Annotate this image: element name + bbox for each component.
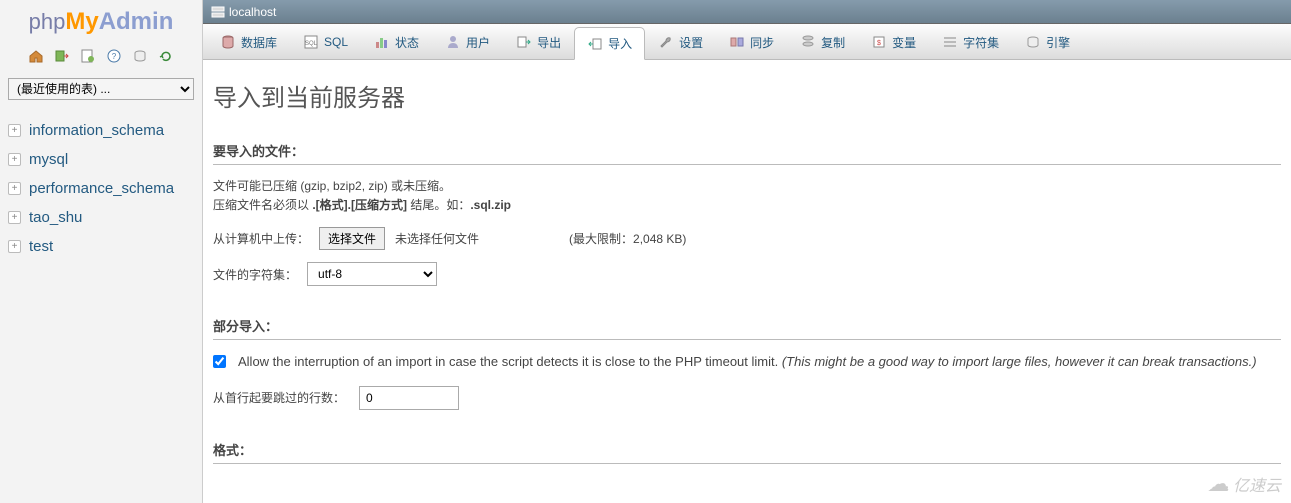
tab-import[interactable]: 导入 xyxy=(574,27,645,60)
tab-charsets[interactable]: 字符集 xyxy=(929,24,1012,59)
expand-icon[interactable]: + xyxy=(8,211,21,224)
replication-icon xyxy=(800,34,816,50)
charset-row: 文件的字符集： utf-8 xyxy=(213,262,1281,286)
db-label: test xyxy=(29,238,53,255)
export-icon xyxy=(516,34,532,50)
sql-help-icon[interactable] xyxy=(132,48,148,64)
tab-sql[interactable]: SQLSQL xyxy=(290,24,361,59)
compression-hint: 文件可能已压缩 (gzip, bzip2, zip) 或未压缩。 压缩文件名必须… xyxy=(213,177,1281,215)
page-title: 导入到当前服务器 xyxy=(213,78,1281,113)
format-legend: 格式： xyxy=(213,440,1281,464)
query-icon[interactable] xyxy=(80,48,96,64)
sync-icon xyxy=(729,34,745,50)
server-icon xyxy=(211,5,225,19)
allow-interrupt-row: Allow the interruption of an import in c… xyxy=(213,352,1281,372)
tab-variables[interactable]: $变量 xyxy=(858,24,929,59)
db-label: tao_shu xyxy=(29,209,82,226)
tab-users[interactable]: 用户 xyxy=(432,24,503,59)
db-item-information-schema[interactable]: + information_schema xyxy=(6,116,196,145)
main-panel: localhost 数据库 SQLSQL 状态 用户 导出 导入 设置 同步 复… xyxy=(203,0,1291,503)
expand-icon[interactable]: + xyxy=(8,124,21,137)
skip-rows-input[interactable] xyxy=(359,386,459,410)
file-import-legend: 要导入的文件： xyxy=(213,141,1281,165)
db-item-tao-shu[interactable]: + tao_shu xyxy=(6,203,196,232)
db-label: mysql xyxy=(29,151,68,168)
logo-my: My xyxy=(65,8,98,35)
upload-row: 从计算机中上传： 选择文件 未选择任何文件 (最大限制：2,048 KB) xyxy=(213,227,1281,250)
content-area: 导入到当前服务器 要导入的文件： 文件可能已压缩 (gzip, bzip2, z… xyxy=(203,60,1291,503)
recent-tables-select[interactable]: (最近使用的表) ... xyxy=(8,78,194,100)
no-file-text: 未选择任何文件 xyxy=(395,230,479,247)
logo[interactable]: phpMyAdmin xyxy=(0,0,202,42)
sql-icon: SQL xyxy=(303,34,319,50)
expand-icon[interactable]: + xyxy=(8,182,21,195)
svg-text:?: ? xyxy=(112,52,117,61)
db-label: information_schema xyxy=(29,122,164,139)
tab-databases[interactable]: 数据库 xyxy=(207,24,290,59)
expand-icon[interactable]: + xyxy=(8,240,21,253)
charsets-icon xyxy=(942,34,958,50)
tab-sync[interactable]: 同步 xyxy=(716,24,787,59)
users-icon xyxy=(445,34,461,50)
status-icon xyxy=(374,34,390,50)
logo-admin: Admin xyxy=(99,8,174,35)
quick-icons: ? xyxy=(0,42,202,74)
cloud-icon: ☁ xyxy=(1207,471,1229,497)
engines-icon xyxy=(1025,34,1041,50)
allow-interrupt-checkbox[interactable] xyxy=(213,355,226,368)
tab-engines[interactable]: 引擎 xyxy=(1012,24,1083,59)
partial-import-legend: 部分导入： xyxy=(213,316,1281,340)
docs-icon[interactable]: ? xyxy=(106,48,122,64)
database-icon xyxy=(220,34,236,50)
tab-settings[interactable]: 设置 xyxy=(645,24,716,59)
db-label: performance_schema xyxy=(29,180,174,197)
watermark: ☁ 亿速云 xyxy=(1207,471,1281,497)
recent-tables-select-wrap: (最近使用的表) ... xyxy=(8,78,194,100)
reload-icon[interactable] xyxy=(158,48,174,64)
logo-php: php xyxy=(29,9,66,34)
charset-label: 文件的字符集： xyxy=(213,266,297,283)
home-icon[interactable] xyxy=(28,48,44,64)
db-item-performance-schema[interactable]: + performance_schema xyxy=(6,174,196,203)
logout-icon[interactable] xyxy=(54,48,70,64)
tab-export[interactable]: 导出 xyxy=(503,24,574,59)
db-item-test[interactable]: + test xyxy=(6,232,196,261)
breadcrumb-server[interactable]: localhost xyxy=(229,5,276,19)
choose-file-button[interactable]: 选择文件 xyxy=(319,227,385,250)
breadcrumb: localhost xyxy=(203,0,1291,24)
variables-icon: $ xyxy=(871,34,887,50)
charset-select[interactable]: utf-8 xyxy=(307,262,437,286)
wrench-icon xyxy=(658,34,674,50)
tab-bar: 数据库 SQLSQL 状态 用户 导出 导入 设置 同步 复制 $变量 字符集 … xyxy=(203,24,1291,60)
upload-label: 从计算机中上传： xyxy=(213,230,309,247)
svg-text:SQL: SQL xyxy=(305,41,318,47)
allow-interrupt-label: Allow the interruption of an import in c… xyxy=(238,352,1257,372)
sidebar: phpMyAdmin ? (最近使用的表) ... + information_s… xyxy=(0,0,203,503)
tab-status[interactable]: 状态 xyxy=(361,24,432,59)
skip-rows-label: 从首行起要跳过的行数： xyxy=(213,389,345,406)
db-item-mysql[interactable]: + mysql xyxy=(6,145,196,174)
expand-icon[interactable]: + xyxy=(8,153,21,166)
tab-replication[interactable]: 复制 xyxy=(787,24,858,59)
database-list: + information_schema + mysql + performance_… xyxy=(0,114,202,263)
skip-rows-row: 从首行起要跳过的行数： xyxy=(213,386,1281,410)
max-size-text: (最大限制：2,048 KB) xyxy=(569,230,686,247)
svg-text:$: $ xyxy=(877,40,881,47)
import-icon xyxy=(587,36,603,52)
